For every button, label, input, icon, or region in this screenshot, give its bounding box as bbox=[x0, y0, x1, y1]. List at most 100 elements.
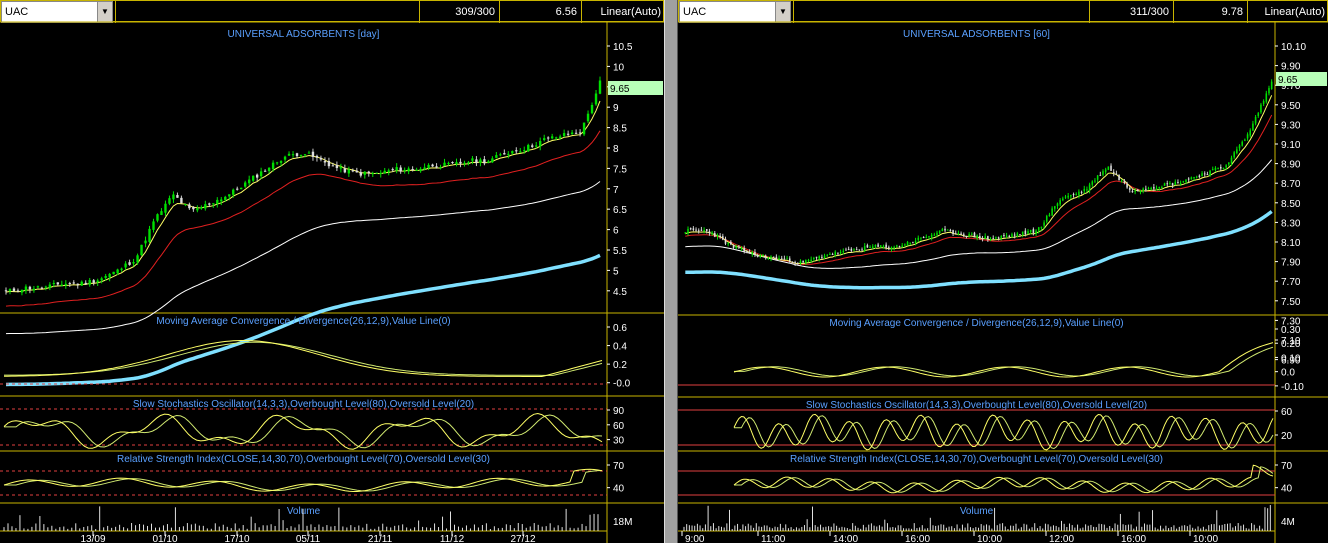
right-chart-title: UNIVERSAL ADSORBENTS [60] bbox=[903, 29, 1050, 40]
left-stoch-tick-label: 30 bbox=[613, 436, 625, 447]
right-candle-body bbox=[788, 258, 791, 262]
left-candle-body bbox=[399, 167, 402, 172]
left-rsi-title: Relative Strength Index(CLOSE,14,30,70),… bbox=[117, 454, 490, 465]
right-candle-body bbox=[1198, 175, 1201, 177]
left-candle-body bbox=[120, 268, 123, 270]
left-candle-body bbox=[339, 166, 343, 169]
left-candle-body bbox=[92, 280, 95, 283]
right-candle-body bbox=[912, 242, 914, 244]
right-candle-body bbox=[1011, 234, 1013, 237]
left-candle-body bbox=[351, 170, 355, 172]
right-candle-body bbox=[815, 256, 818, 258]
left-macd-title: Moving Average Convergence / Divergence(… bbox=[156, 316, 450, 327]
right-rsi-main-line bbox=[733, 464, 1274, 494]
right-candle-body bbox=[1048, 214, 1051, 217]
right-candle-body bbox=[1249, 130, 1252, 136]
right-candle-body bbox=[1270, 81, 1273, 90]
left-candle-body bbox=[28, 286, 32, 290]
left-candle-body bbox=[247, 179, 251, 184]
right-candle-body bbox=[1228, 162, 1230, 165]
left-candle-body bbox=[64, 283, 67, 286]
right-candle-body bbox=[1128, 187, 1131, 190]
right-price-tick-label: 8.90 bbox=[1281, 160, 1301, 171]
left-candle-body bbox=[391, 169, 394, 171]
left-candle-body bbox=[80, 281, 83, 286]
right-candle-body bbox=[738, 246, 740, 248]
left-candle-body bbox=[4, 290, 8, 292]
left-candle-body bbox=[411, 168, 414, 170]
left-candle-body bbox=[236, 188, 239, 190]
right-candle-body bbox=[730, 241, 732, 245]
left-candle-body bbox=[184, 203, 187, 205]
right-candle-body bbox=[1064, 196, 1067, 198]
right-macd-tick-label: -0.10 bbox=[1281, 382, 1304, 393]
right-candle-body bbox=[1008, 235, 1011, 237]
left-candle-body bbox=[259, 171, 263, 177]
left-chart-canvas[interactable]: 10.5109.598.587.576.565.554.59.65UNIVERS… bbox=[0, 0, 664, 543]
right-candle-body bbox=[1169, 183, 1171, 185]
left-candle-body bbox=[363, 171, 366, 175]
pane-splitter[interactable] bbox=[664, 0, 678, 543]
right-candle-body bbox=[1257, 113, 1260, 116]
right-candle-body bbox=[861, 249, 863, 251]
left-candle-body bbox=[168, 198, 171, 204]
right-time-label: 14:00 bbox=[833, 534, 858, 543]
left-candle-body bbox=[88, 280, 91, 285]
left-candle-body bbox=[566, 133, 570, 135]
left-candle-body bbox=[423, 167, 426, 170]
left-candle-body bbox=[590, 104, 594, 114]
left-rsi-signal-line bbox=[4, 470, 602, 492]
right-candle-body bbox=[1096, 175, 1099, 180]
right-candle-body bbox=[1201, 173, 1203, 177]
right-candle-body bbox=[1265, 93, 1268, 102]
left-candle-body bbox=[271, 162, 275, 170]
right-candle-body bbox=[692, 228, 695, 230]
left-candle-body bbox=[335, 164, 339, 169]
right-candle-body bbox=[997, 237, 1000, 239]
right-candle-body bbox=[1222, 167, 1225, 170]
right-candle-body bbox=[941, 229, 944, 232]
left-candle-body bbox=[542, 138, 546, 140]
right-candle-body bbox=[976, 235, 978, 239]
right-candle-body bbox=[893, 246, 895, 248]
right-price-tick-label: 9.10 bbox=[1281, 140, 1301, 151]
left-candle-body bbox=[160, 211, 163, 216]
right-candle-body bbox=[1185, 179, 1187, 182]
right-candle-body bbox=[1187, 178, 1190, 180]
left-candle-body bbox=[44, 286, 48, 288]
right-candle-body bbox=[901, 245, 903, 247]
right-candle-body bbox=[1217, 167, 1219, 169]
right-candle-body bbox=[703, 230, 705, 232]
left-candle-body bbox=[499, 154, 502, 156]
right-candle-body bbox=[1099, 174, 1102, 176]
right-candle-body bbox=[1056, 203, 1059, 206]
right-macd-tick-label: 0.20 bbox=[1281, 339, 1301, 350]
right-candle-body bbox=[837, 252, 839, 254]
left-volume-tick-label: 18M bbox=[613, 517, 632, 528]
right-candle-body bbox=[1123, 181, 1126, 183]
left-candle-body bbox=[52, 283, 56, 285]
left-candle-body bbox=[132, 262, 135, 264]
right-time-label: 9:00 bbox=[685, 534, 705, 543]
right-candle-body bbox=[1246, 134, 1249, 139]
right-candle-body bbox=[1150, 187, 1152, 190]
left-candle-body bbox=[407, 168, 410, 172]
right-price-badge: 9.65 bbox=[1278, 75, 1298, 86]
left-rsi-tick-label: 40 bbox=[613, 484, 625, 495]
right-chart-canvas[interactable]: 10.109.909.709.509.309.108.908.708.508.3… bbox=[678, 0, 1328, 543]
left-candle-body bbox=[479, 159, 482, 163]
right-candle-body bbox=[1005, 235, 1008, 237]
left-candle-body bbox=[586, 113, 590, 122]
right-price-tick-label: 7.50 bbox=[1281, 297, 1301, 308]
right-candle-body bbox=[1161, 187, 1163, 189]
right-candle-body bbox=[1260, 104, 1262, 113]
left-candle-body bbox=[467, 162, 470, 164]
right-candle-body bbox=[719, 235, 721, 238]
left-candle-body bbox=[287, 153, 291, 156]
left-candle-body bbox=[291, 154, 295, 156]
right-candle-body bbox=[1088, 184, 1091, 191]
left-candle-body bbox=[546, 137, 550, 139]
left-candle-body bbox=[196, 208, 199, 211]
right-candle-body bbox=[764, 255, 767, 258]
left-candle-body bbox=[415, 169, 418, 171]
